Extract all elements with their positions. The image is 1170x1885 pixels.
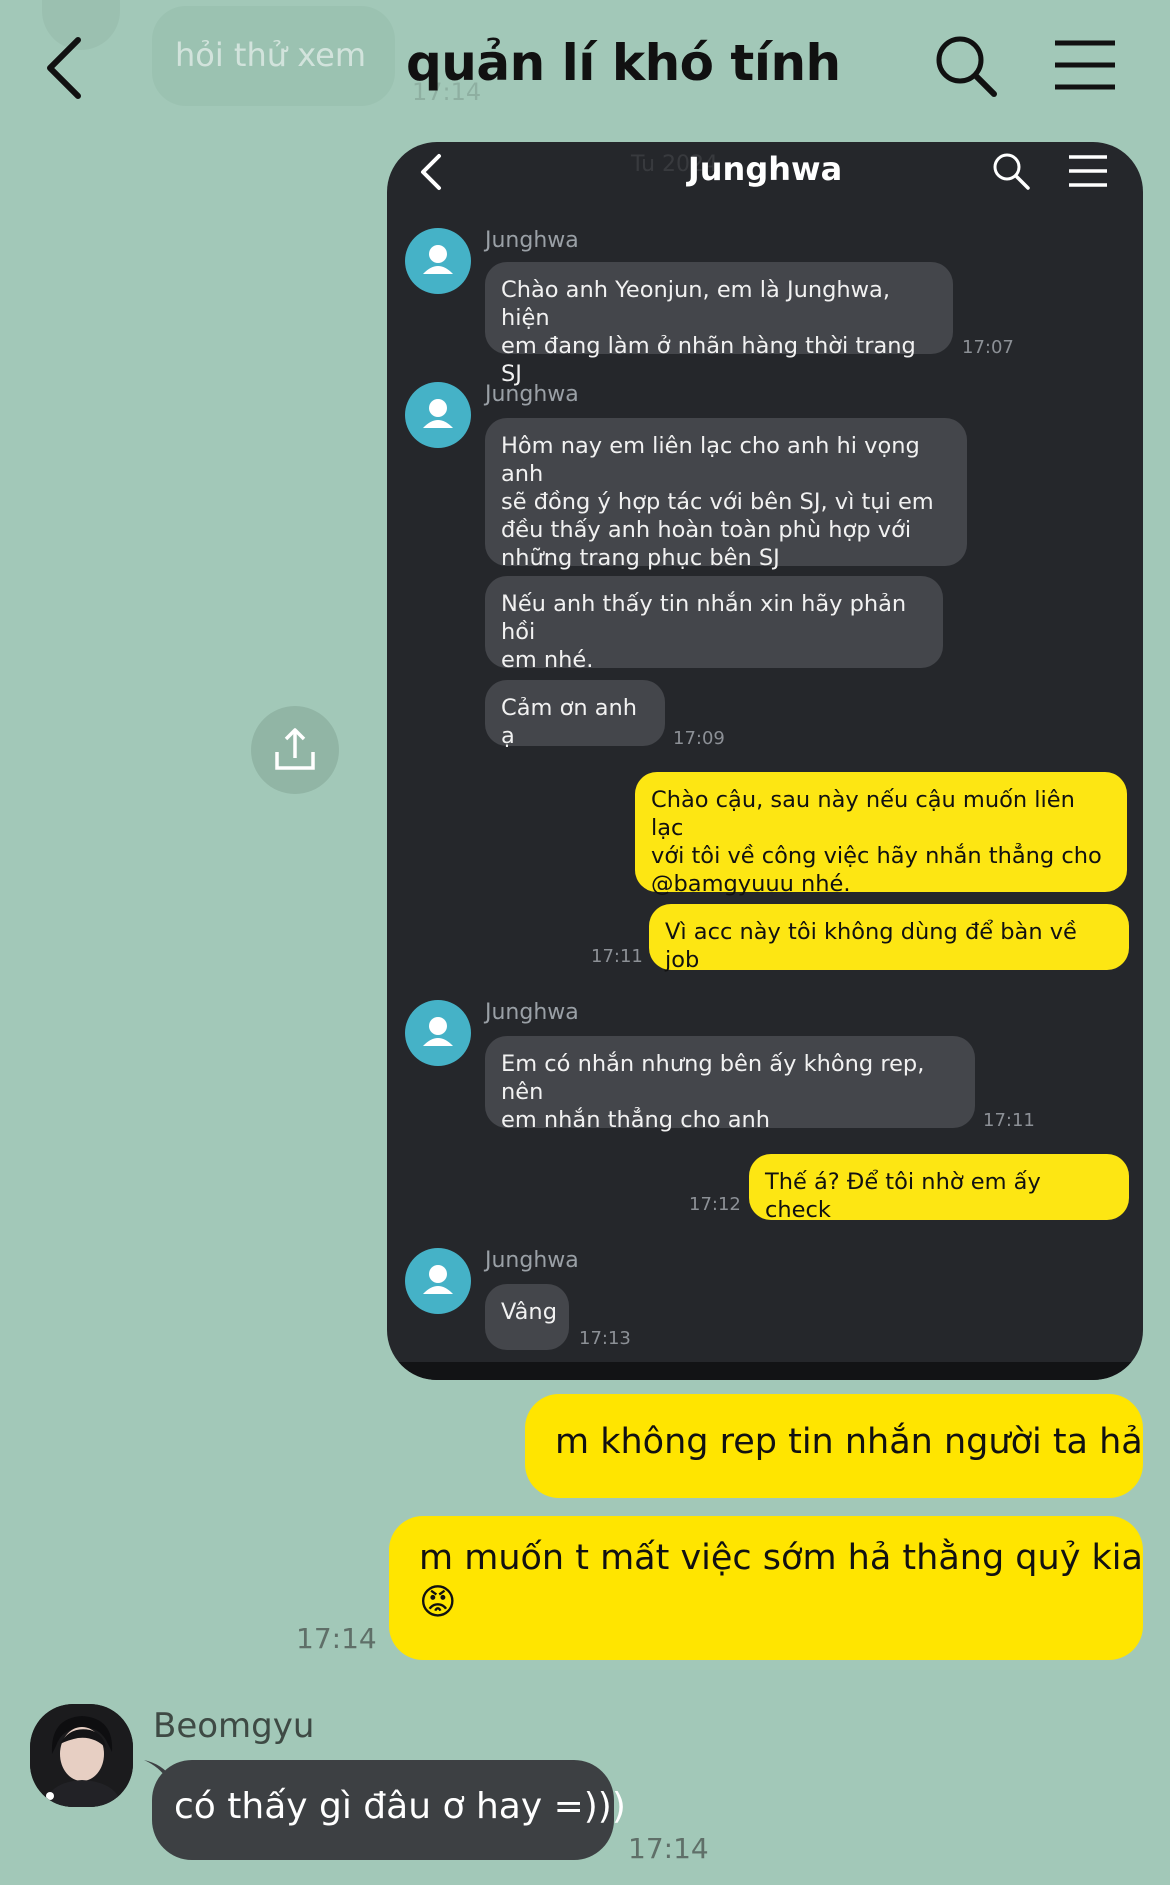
embedded-avatar — [405, 1248, 471, 1314]
embedded-message-line: sẽ đồng ý hợp tác với bên SJ, vì tụi em — [501, 489, 934, 515]
embedded-message-line: Chào anh Yeonjun, em là Junghwa, hiện — [501, 277, 890, 331]
share-button[interactable] — [251, 706, 339, 794]
menu-button[interactable] — [1052, 38, 1118, 92]
embedded-my-message-bubble: Chào cậu, sau này nếu cậu muốn liên lạc … — [635, 772, 1127, 897]
embedded-chat-screenshot[interactable]: Tu 2024 Junghwa Junghwa Chào anh Yeonjun… — [387, 142, 1143, 1380]
embedded-message-time: 17:11 — [983, 1110, 1035, 1131]
angry-face-emoji: 😡 — [419, 1582, 457, 1623]
person-icon — [423, 1265, 453, 1294]
embedded-message-bubble: Hôm nay em liên lạc cho anh hi vọng anh … — [485, 418, 967, 571]
embedded-message-line: em nhé. — [501, 647, 594, 673]
embedded-message-line: đều thấy anh hoàn toàn phù hợp với — [501, 517, 912, 543]
embedded-message-line: em nhắn thẳng cho anh — [501, 1107, 771, 1133]
embedded-message-line: Vâng — [501, 1299, 557, 1325]
embedded-message-time: 17:07 — [962, 337, 1014, 358]
person-icon — [423, 245, 453, 274]
profile-photo — [30, 1704, 133, 1807]
embedded-message-line: Vì acc này tôi không dùng để bàn về job — [665, 919, 1077, 973]
embedded-message-line: Em có nhắn nhưng bên ấy không rep, nên — [501, 1051, 925, 1105]
embedded-message-line: với tôi về công việc hãy nhắn thẳng cho — [651, 843, 1102, 869]
received-message-time: 17:14 — [628, 1832, 709, 1865]
person-icon — [423, 1017, 453, 1046]
sent-message-text: m muốn t mất việc sớm hả thằng quỷ kia — [419, 1538, 1143, 1578]
embedded-message-bubble: Chào anh Yeonjun, em là Junghwa, hiện em… — [485, 262, 953, 387]
embedded-sender-name: Junghwa — [485, 382, 579, 407]
sent-message-bubble[interactable]: m muốn t mất việc sớm hả thằng quỷ kia 😡 — [389, 1516, 1143, 1660]
embedded-message-bubble: Cảm ơn anh ạ — [485, 680, 665, 749]
back-button[interactable] — [38, 32, 98, 104]
embedded-message-line: em đang làm ở nhãn hàng thời trang SJ — [501, 333, 916, 387]
sent-message-text: m không rep tin nhắn người ta hả — [555, 1422, 1143, 1462]
search-button[interactable] — [934, 34, 998, 98]
received-message-bubble[interactable]: có thấy gì đâu ơ hay =))) — [152, 1760, 626, 1860]
embedded-message-line: Thế á? Để tôi nhờ em ấy check — [765, 1169, 1041, 1223]
embedded-sender-name: Junghwa — [485, 228, 579, 253]
embedded-sender-name: Junghwa — [485, 1248, 579, 1273]
embedded-avatar — [405, 228, 471, 294]
previous-message-text: hỏi thử xem — [175, 36, 367, 74]
embedded-message-line: Nếu anh thấy tin nhắn xin hãy phản hồi — [501, 591, 907, 645]
sender-name: Beomgyu — [153, 1706, 315, 1746]
chat-title: quản lí khó tính — [406, 34, 841, 92]
embedded-message-time: 17:09 — [673, 728, 725, 749]
embedded-avatar — [405, 382, 471, 448]
embedded-menu-icon — [1067, 154, 1109, 188]
embedded-search-icon — [991, 151, 1031, 191]
avatar[interactable] — [30, 1704, 133, 1807]
embedded-message-line: những trang phục bên SJ — [501, 545, 780, 571]
embedded-message-line: @bamgyuuu nhé. — [651, 871, 851, 897]
embedded-my-message-bubble: Thế á? Để tôi nhờ em ấy check — [749, 1154, 1129, 1223]
received-message-text: có thấy gì đâu ơ hay =))) — [174, 1786, 626, 1827]
embedded-my-message-bubble: Vì acc này tôi không dùng để bàn về job — [649, 904, 1129, 973]
embedded-message-time: 17:12 — [689, 1194, 741, 1215]
embedded-avatar — [405, 1000, 471, 1066]
sent-message-time: 17:14 — [296, 1622, 377, 1655]
embedded-sender-name: Junghwa — [485, 1000, 579, 1025]
search-icon — [936, 36, 997, 97]
embedded-message-line: Chào cậu, sau này nếu cậu muốn liên lạc — [651, 787, 1075, 841]
hamburger-menu-icon — [1055, 40, 1115, 90]
sent-message-bubble[interactable]: m không rep tin nhắn người ta hả — [525, 1394, 1143, 1498]
embedded-message-bubble: Nếu anh thấy tin nhắn xin hãy phản hồi e… — [485, 576, 943, 673]
embedded-message-time: 17:13 — [579, 1328, 631, 1349]
embedded-message-bubble: Vâng — [485, 1284, 569, 1350]
embedded-message-time: 17:11 — [591, 946, 643, 967]
embedded-message-bubble: Em có nhắn nhưng bên ấy không rep, nên e… — [485, 1036, 975, 1133]
share-upload-icon — [275, 728, 315, 770]
person-icon — [423, 399, 453, 428]
embedded-message-line: Hôm nay em liên lạc cho anh hi vọng anh — [501, 433, 920, 487]
chevron-left-icon — [47, 37, 81, 99]
embedded-message-line: Cảm ơn anh ạ — [501, 695, 638, 749]
embedded-bottom-bar — [387, 1362, 1143, 1380]
